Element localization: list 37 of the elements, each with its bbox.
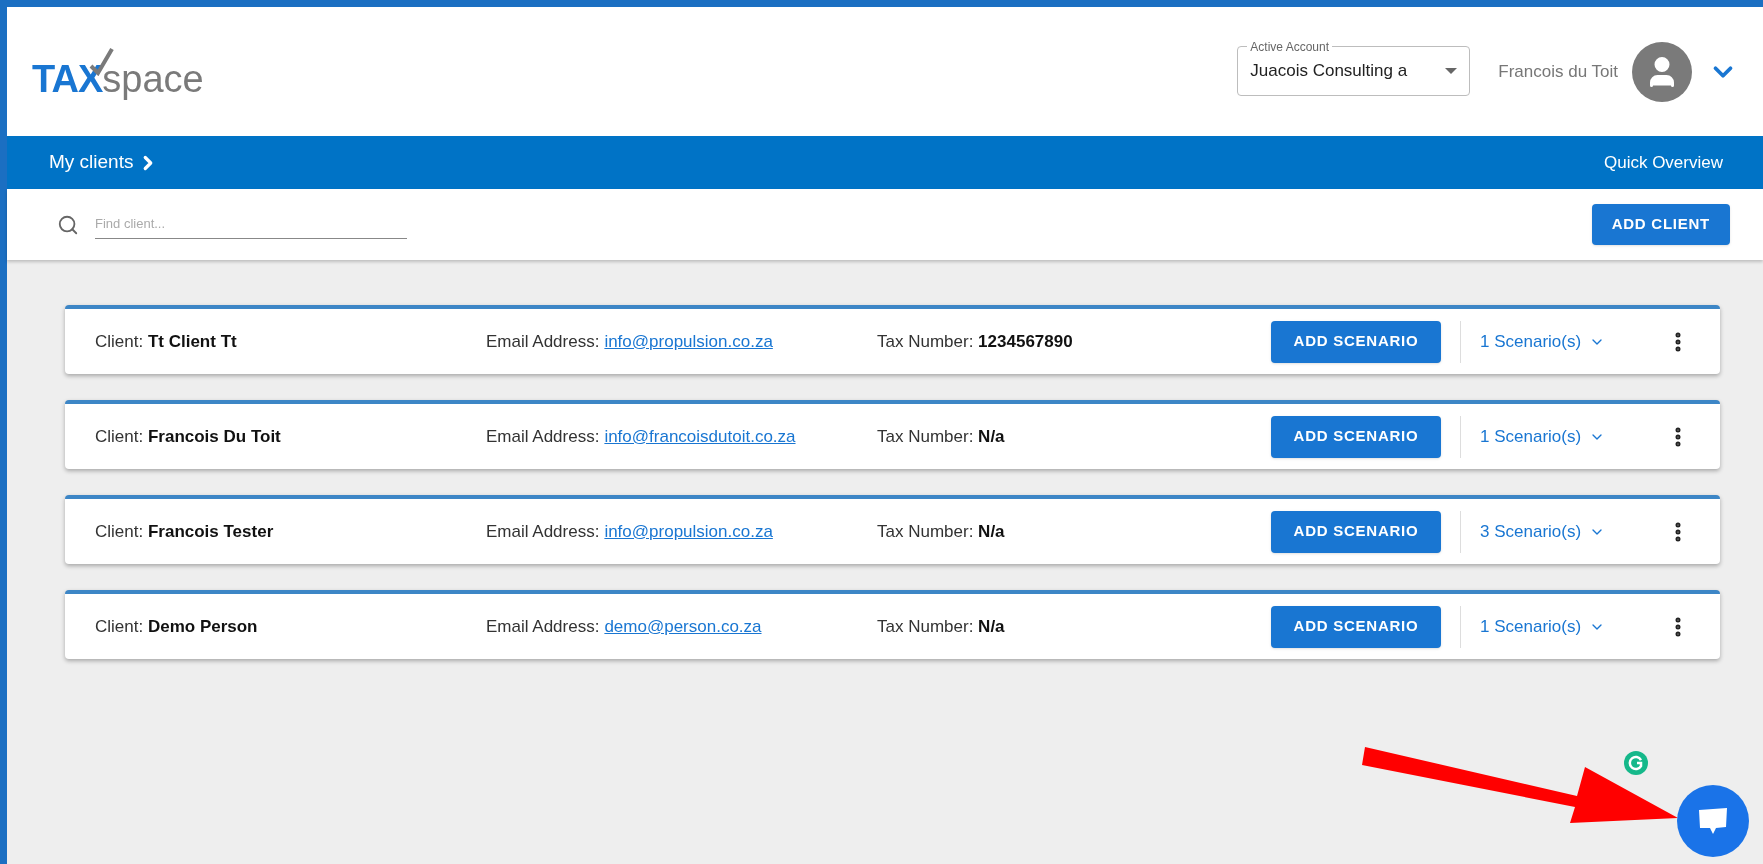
email-label: Email Address: — [486, 425, 600, 448]
client-name: Client: Tt Client Tt — [95, 330, 238, 353]
email-link[interactable]: info@francoisdutoit.co.za — [604, 423, 796, 450]
search-icon — [57, 213, 79, 236]
chat-icon — [1697, 807, 1729, 835]
client-name: Client: Francois Du Toit — [95, 425, 282, 448]
tax-number: Tax Number: N/a — [877, 425, 1006, 448]
account-select[interactable]: Active Account Juacois Consulting a — [1237, 40, 1471, 96]
scenarios-dropdown[interactable]: 1 Scenario(s) — [1480, 328, 1606, 355]
logo[interactable]: TAXspace — [32, 45, 206, 98]
email-label: Email Address: — [486, 615, 600, 638]
tax-number: Tax Number: 1234567890 — [877, 330, 1074, 353]
scenarios-dropdown[interactable]: 1 Scenario(s) — [1480, 423, 1606, 450]
scenarios-dropdown[interactable]: 3 Scenario(s) — [1480, 518, 1606, 545]
tax-number: Tax Number: N/a — [877, 520, 1006, 543]
add-scenario-button[interactable]: ADD SCENARIO — [1271, 320, 1441, 363]
email-link[interactable]: demo@person.co.za — [604, 613, 762, 640]
client-name: Client: Francois Tester — [95, 520, 275, 543]
email-label: Email Address: — [486, 330, 600, 353]
grammar-check-icon — [1624, 751, 1648, 775]
account-label: Active Account — [1249, 40, 1330, 53]
client-name: Client: Demo Person — [95, 615, 259, 638]
search-field[interactable]: Find client... — [95, 210, 407, 239]
email-link[interactable]: info@propulsion.co.za — [604, 518, 773, 545]
add-client-button[interactable]: ADD CLIENT — [1591, 204, 1730, 245]
account-value: Juacois Consulting a — [1250, 59, 1408, 82]
scenarios-dropdown[interactable]: 1 Scenario(s) — [1480, 613, 1606, 640]
breadcrumb-link[interactable]: My clients — [49, 148, 160, 177]
add-scenario-button[interactable]: ADD SCENARIO — [1271, 415, 1441, 458]
dropdown-caret-icon — [1445, 67, 1458, 74]
tax-number: Tax Number: N/a — [877, 615, 1006, 638]
add-scenario-button[interactable]: ADD SCENARIO — [1271, 510, 1441, 553]
user-name: Francois du Toit — [1498, 60, 1618, 83]
email-label: Email Address: — [486, 520, 600, 543]
add-scenario-button[interactable]: ADD SCENARIO — [1271, 605, 1441, 648]
quick-overview-link[interactable]: Quick Overview — [1603, 149, 1723, 176]
email-link[interactable]: info@propulsion.co.za — [604, 328, 773, 355]
